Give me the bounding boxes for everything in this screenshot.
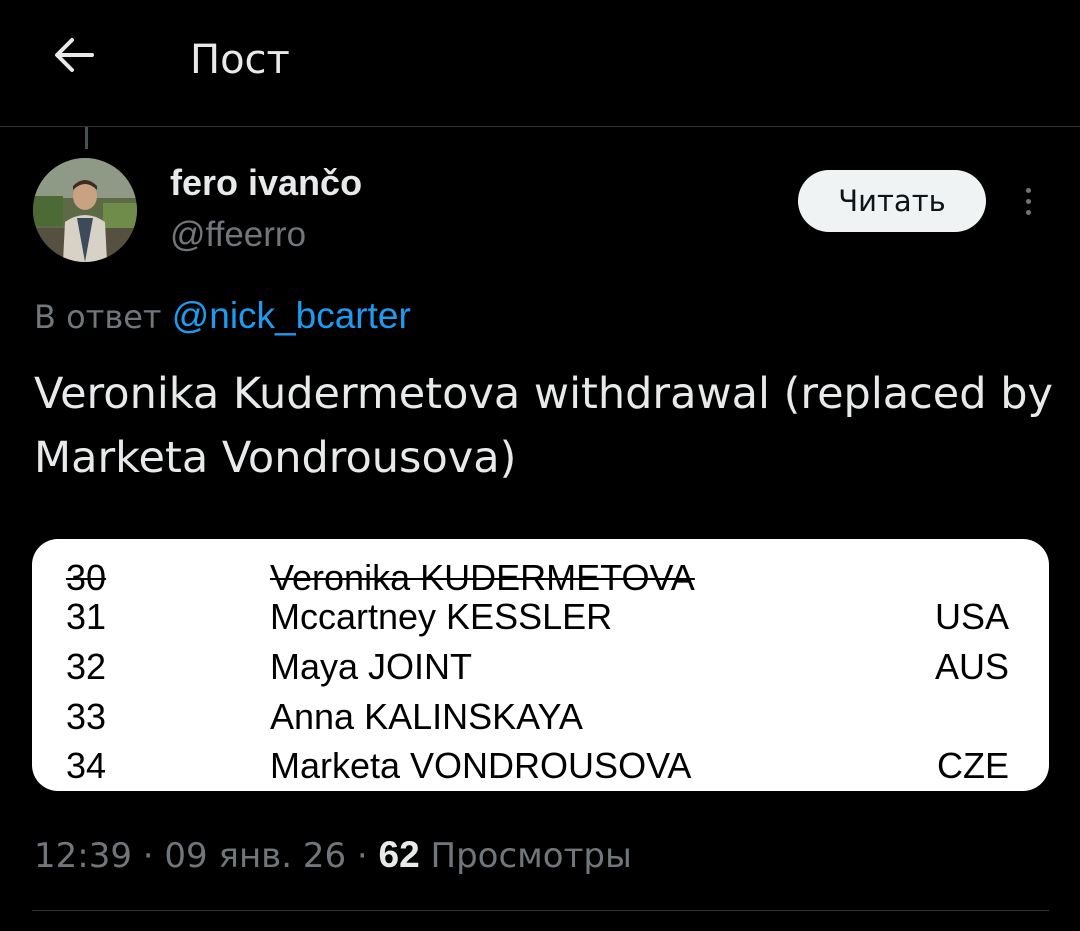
page-title: Пост [190, 37, 290, 83]
entry-country: CZE [937, 745, 1009, 786]
back-button[interactable] [46, 30, 102, 80]
tweet-date[interactable]: 09 янв. 26 [164, 836, 346, 876]
meta-separator: · [356, 836, 368, 876]
divider [32, 910, 1049, 911]
tweet-time[interactable]: 12:39 [34, 836, 132, 876]
more-vertical-icon-dot [1025, 209, 1031, 215]
top-bar: Пост [0, 0, 1080, 127]
tweet-metadata: 12:39 · 09 янв. 26 · 62 Просмотры [34, 830, 632, 881]
entry-number: 33 [66, 696, 107, 737]
arrow-left-icon [55, 38, 94, 72]
reply-prefix: В ответ [34, 298, 162, 336]
thread-connector-line [85, 127, 88, 149]
views-label: Просмотры [430, 836, 632, 876]
more-vertical-icon-dot [1025, 198, 1031, 204]
reply-context: В ответ @nick_bcarter [34, 295, 411, 338]
entry-player-name: Anna KALINSKAYA [270, 696, 583, 737]
entry-row: 31 Mccartney KESSLER USA [32, 592, 1049, 642]
entry-number: 34 [66, 745, 107, 786]
avatar-photo [33, 158, 137, 262]
reply-mention-link[interactable]: @nick_bcarter [172, 295, 411, 336]
entry-player-name: Mccartney KESSLER [270, 596, 613, 637]
tweet-text: Veronika Kudermetova withdrawal (replace… [34, 369, 1053, 483]
tweet-media-image[interactable]: 30 Veronika KUDERMETOVA 31 Mccartney KES… [32, 539, 1049, 791]
entry-player-name: Maya JOINT [270, 646, 473, 687]
entry-row: 34 Marketa VONDROUSOVA CZE [32, 741, 1049, 791]
entry-row: 32 Maya JOINT AUS [32, 642, 1049, 692]
author-name[interactable]: fero ivančo [170, 162, 362, 204]
views-count: 62 [378, 834, 420, 875]
author-handle[interactable]: @ffeerro [170, 214, 306, 256]
entry-country: USA [934, 596, 1009, 637]
meta-separator: · [142, 836, 154, 876]
more-vertical-icon [1025, 187, 1031, 193]
more-options-button[interactable] [1010, 178, 1046, 224]
entry-row: 33 Anna KALINSKAYA [32, 692, 1049, 742]
entry-player-name: Marketa VONDROUSOVA [270, 745, 692, 786]
entry-number: 31 [66, 596, 107, 637]
entry-number: 32 [66, 646, 107, 687]
follow-button[interactable]: Читать [798, 170, 986, 232]
entry-country: AUS [934, 646, 1009, 687]
avatar[interactable] [33, 158, 137, 262]
